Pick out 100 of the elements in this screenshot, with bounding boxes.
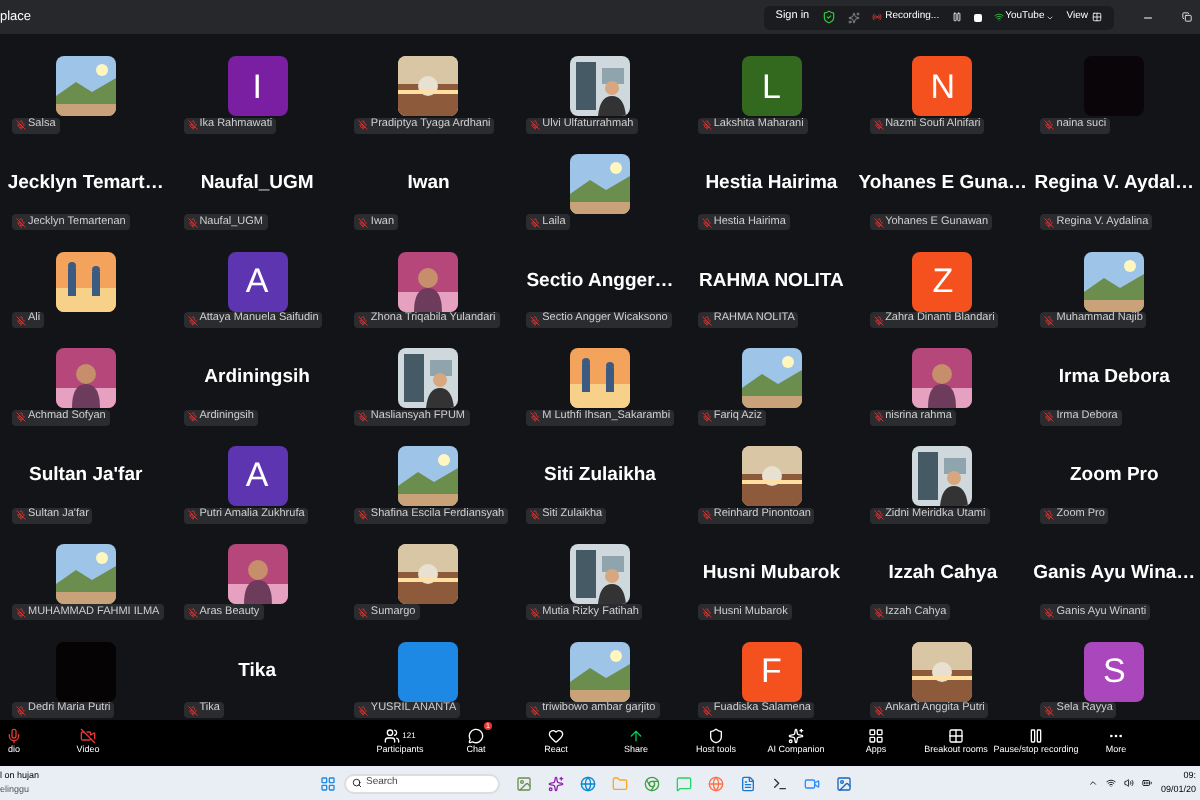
- participant-name: Sultan Ja'far: [29, 462, 143, 491]
- avatar: L: [741, 56, 802, 117]
- muted-mic-icon: [873, 315, 884, 326]
- muted-mic-icon: [16, 120, 26, 131]
- participant-name: Husni Mubarok: [702, 559, 841, 588]
- muted-mic-icon: [16, 705, 26, 715]
- participant-name: Tika: [238, 657, 276, 686]
- participant-name: Regina V. Aydal…: [1034, 169, 1194, 198]
- recording-icon: [871, 12, 882, 22]
- toolbar-icon: [788, 728, 804, 745]
- muted-mic-icon: [873, 412, 884, 423]
- muted-mic-icon: [358, 510, 369, 521]
- sparkle-icon: [847, 11, 860, 23]
- stop-icon[interactable]: [973, 13, 982, 21]
- muted-mic-icon: [16, 315, 26, 326]
- participant-name: Hestia Hairima: [705, 169, 838, 198]
- taskbar-app-icon[interactable]: [548, 775, 564, 791]
- avatar: F: [741, 641, 802, 702]
- avatar: I: [227, 56, 288, 117]
- muted-mic-icon: [530, 607, 541, 618]
- muted-mic-icon: [701, 120, 712, 131]
- battery-icon[interactable]: [1142, 778, 1153, 788]
- avatar: A: [227, 251, 288, 312]
- muted-mic-icon: [530, 412, 541, 423]
- broadcast-icon: [993, 12, 1004, 22]
- muted-mic-icon: [187, 412, 198, 423]
- avatar: Z: [912, 251, 973, 312]
- wifi-icon[interactable]: [1106, 778, 1117, 788]
- muted-mic-icon: [16, 217, 26, 228]
- participant-name: Sectio Angger…: [526, 267, 674, 296]
- muted-mic-icon: [358, 705, 369, 715]
- muted-mic-icon: [1044, 120, 1055, 131]
- muted-mic-icon: [187, 217, 198, 228]
- muted-mic-icon: [701, 315, 712, 326]
- taskbar-app-icon[interactable]: [836, 775, 852, 791]
- muted-mic-icon: [873, 607, 884, 618]
- muted-mic-icon: [701, 705, 712, 715]
- toolbar-icon: [6, 728, 22, 745]
- muted-mic-icon: [873, 217, 884, 228]
- muted-mic-icon: [873, 705, 884, 715]
- participant-name: Izzah Cahya: [888, 559, 998, 588]
- toolbar-icon: [708, 728, 724, 745]
- muted-mic-icon: [187, 120, 198, 131]
- toolbar-icon: [548, 728, 564, 745]
- muted-mic-icon: [1044, 217, 1055, 228]
- grid-icon: [1092, 12, 1102, 22]
- shield-icon: [821, 10, 836, 24]
- pause-icon[interactable]: [951, 12, 962, 22]
- muted-mic-icon: [873, 510, 884, 521]
- toolbar-icon: [80, 728, 96, 745]
- participant-name: Naufal_UGM: [200, 169, 314, 198]
- participant-name: Ganis Ayu Wina…: [1033, 559, 1196, 588]
- muted-mic-icon: [530, 510, 541, 521]
- muted-mic-icon: [1044, 412, 1055, 423]
- muted-mic-icon: [16, 412, 26, 423]
- muted-mic-icon: [1044, 315, 1055, 326]
- muted-mic-icon: [701, 607, 712, 618]
- participant-name: Iwan: [407, 169, 450, 198]
- start-icon[interactable]: [320, 775, 336, 791]
- muted-mic-icon: [530, 315, 541, 326]
- muted-mic-icon: [701, 217, 712, 228]
- muted-mic-icon: [16, 510, 26, 521]
- muted-mic-icon: [187, 705, 198, 715]
- participant-name: RAHMA NOLITA: [699, 267, 844, 296]
- muted-mic-icon: [358, 607, 369, 618]
- toolbar-icon: [628, 728, 644, 745]
- muted-mic-icon: [530, 705, 541, 715]
- toolbar-icon: [1028, 728, 1044, 745]
- toolbar-icon: [384, 728, 401, 745]
- muted-mic-icon: [530, 217, 541, 228]
- participant-name: Siti Zulaikha: [544, 462, 656, 491]
- avatar: A: [227, 446, 288, 507]
- muted-mic-icon: [358, 315, 369, 326]
- muted-mic-icon: [187, 607, 198, 618]
- minimize-icon[interactable]: [1142, 11, 1154, 23]
- participant-name: Ardiningsih: [204, 364, 310, 393]
- avatar: N: [912, 56, 973, 117]
- participant-name: Yohanes E Guna…: [858, 169, 1028, 198]
- toolbar-icon: [948, 728, 964, 745]
- participant-name: Irma Debora: [1058, 364, 1170, 393]
- muted-mic-icon: [530, 120, 541, 131]
- restore-icon[interactable]: [1182, 12, 1192, 22]
- muted-mic-icon: [187, 315, 198, 326]
- participant-name: Zoom Pro: [1069, 462, 1159, 491]
- muted-mic-icon: [358, 412, 369, 423]
- muted-mic-icon: [358, 217, 369, 228]
- avatar: S: [1084, 641, 1145, 702]
- taskbar-app-icon[interactable]: [772, 775, 788, 791]
- muted-mic-icon: [1044, 607, 1055, 618]
- toolbar-icon: [868, 728, 884, 745]
- muted-mic-icon: [701, 510, 712, 521]
- muted-mic-icon: [1044, 510, 1055, 521]
- muted-mic-icon: [187, 510, 198, 521]
- muted-mic-icon: [358, 120, 369, 131]
- muted-mic-icon: [873, 120, 884, 131]
- search-icon: [352, 778, 362, 788]
- muted-mic-icon: [701, 412, 712, 423]
- toolbar-icon: [468, 728, 484, 745]
- volume-icon[interactable]: [1124, 778, 1135, 788]
- participant-name: Jecklyn Temart…: [7, 169, 164, 198]
